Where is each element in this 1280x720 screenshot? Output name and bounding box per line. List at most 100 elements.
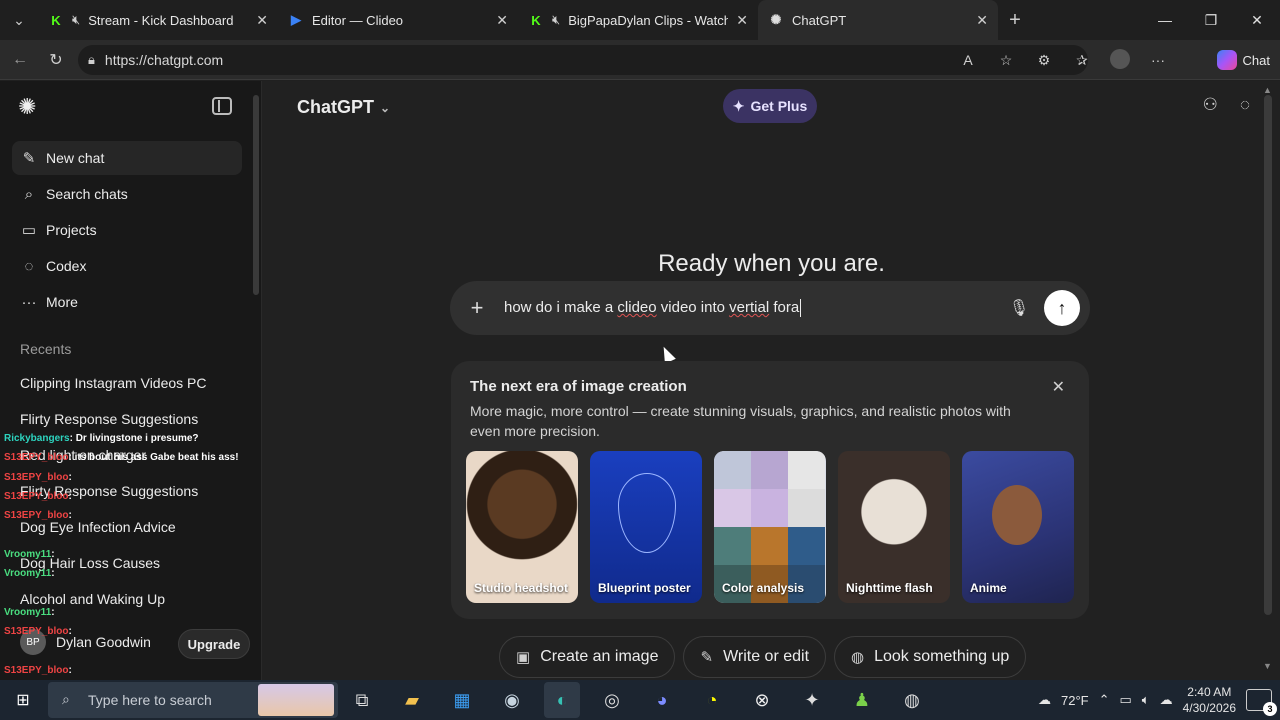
new-tab-button[interactable]: + <box>998 0 1032 40</box>
sidebar-scrollbar[interactable] <box>253 95 259 295</box>
muted-icon[interactable]: 🔇︎ <box>552 12 560 28</box>
tab-kick-dashboard[interactable]: K 🔇︎ Stream - Kick Dashboard ✕ <box>38 0 278 40</box>
microphone-icon[interactable]: 🎙︎ <box>1002 298 1036 318</box>
upgrade-button[interactable]: Upgrade <box>178 629 250 659</box>
close-icon[interactable]: ✕ <box>1052 377 1065 397</box>
edit-icon: ✎ <box>22 150 36 167</box>
card-color-analysis[interactable]: Color analysis <box>714 451 826 603</box>
weather-icon[interactable]: ☁ <box>1038 692 1051 708</box>
tab-actions-menu-icon[interactable]: ⌄ <box>0 0 38 40</box>
sidebar-toggle-icon[interactable] <box>212 97 232 115</box>
sidebar-item-projects[interactable]: ▭ Projects <box>12 213 242 247</box>
sidebar-item-search-chats[interactable]: ⌕ Search chats <box>12 177 242 211</box>
recent-chat-item[interactable]: Red light on charger <box>20 447 146 463</box>
temporary-chat-icon[interactable]: ◌ <box>1240 95 1250 115</box>
prompt-text-part: video into <box>656 298 730 316</box>
taskbar-search-placeholder: Type here to search <box>88 692 212 708</box>
main-scrollbar[interactable] <box>1264 95 1272 615</box>
chip-label: Look something up <box>874 648 1010 665</box>
get-plus-button[interactable]: ✦ Get Plus <box>723 89 817 123</box>
add-people-icon[interactable]: ⚇ <box>1203 95 1218 115</box>
look-something-up-chip[interactable]: ◍ Look something up <box>834 636 1027 678</box>
url-field[interactable]: 🔒︎ https://chatgpt.com <box>78 45 1088 75</box>
file-explorer-icon[interactable]: ▰ <box>394 682 430 718</box>
recent-chat-item[interactable]: Dog Eye Infection Advice <box>20 519 176 535</box>
copilot-chat-button[interactable]: Chat <box>1216 48 1270 72</box>
microsoft-store-icon[interactable]: ▦ <box>444 682 480 718</box>
cloud-icon[interactable]: ☁ <box>1160 692 1173 708</box>
lock-icon[interactable]: 🔒︎ <box>88 52 95 68</box>
taskbar-search-field[interactable]: ⌕ Type here to search <box>48 682 338 718</box>
edge-browser-icon[interactable]: ◐ <box>544 682 580 718</box>
tab-bigpapadylan-clips[interactable]: K 🔇︎ BigPapaDylan Clips - Watch Li ✕ <box>518 0 758 40</box>
read-aloud-icon[interactable]: A <box>956 52 980 68</box>
card-anime[interactable]: Anime <box>962 451 1074 603</box>
chevron-up-icon[interactable]: ⌃ <box>1099 692 1110 708</box>
steam-icon[interactable]: ◉ <box>494 682 530 718</box>
weather-temp[interactable]: 72°F <box>1061 693 1089 708</box>
task-view-icon[interactable]: ⧉ <box>344 682 380 718</box>
refresh-icon[interactable]: ↻ <box>38 42 74 78</box>
prompt-input[interactable]: how do i make a clideo video into vertia… <box>504 298 1002 318</box>
tab-close-icon[interactable]: ✕ <box>736 12 748 29</box>
window-controls: — ❐ ✕ <box>1142 0 1280 40</box>
top-right-actions: ⚇ ◌ <box>1203 95 1250 115</box>
profile-avatar[interactable] <box>1108 48 1132 72</box>
game-controller-icon[interactable]: ✦ <box>794 682 830 718</box>
recent-chat-item[interactable]: Clipping Instagram Videos PC <box>20 375 207 391</box>
tab-close-icon[interactable]: ✕ <box>496 12 508 29</box>
windows-start-icon[interactable]: ⊞ <box>0 680 46 720</box>
prompt-composer[interactable]: + how do i make a clideo video into vert… <box>450 281 1090 335</box>
tab-clideo-editor[interactable]: ▶ Editor — Clideo ✕ <box>278 0 518 40</box>
notification-center-icon[interactable]: 3 <box>1246 689 1277 716</box>
favorites-icon[interactable]: ✰ <box>1070 52 1094 69</box>
scroll-up-arrow-icon[interactable]: ▲ <box>1263 85 1272 95</box>
sidebar: ✺ ✎ New chat ⌕ Search chats ▭ Projects ◌… <box>0 81 262 680</box>
tab-chatgpt[interactable]: ✺ ChatGPT ✕ <box>758 0 998 40</box>
tab-title: Stream - Kick Dashboard <box>88 12 234 28</box>
prompt-text-part: how do i make a <box>504 298 618 316</box>
restore-icon[interactable]: ❐ <box>1188 0 1234 40</box>
scroll-down-arrow-icon[interactable]: ▼ <box>1263 661 1272 671</box>
favorite-star-icon[interactable]: ☆ <box>994 52 1018 69</box>
recent-chat-item[interactable]: Dog Hair Loss Causes <box>20 555 160 571</box>
sidebar-item-more[interactable]: ··· More <box>12 285 242 319</box>
card-studio-headshot[interactable]: Studio headshot <box>466 451 578 603</box>
extensions-icon[interactable]: ⚙ <box>1032 52 1056 69</box>
network-icon[interactable]: ▭ <box>1120 692 1132 708</box>
muted-icon[interactable]: 🔇︎ <box>72 12 80 28</box>
snapchat-icon[interactable]: ◔ <box>694 682 730 718</box>
image-icon: ▣ <box>516 649 531 666</box>
discord-icon[interactable]: ◕ <box>644 682 680 718</box>
attach-plus-icon[interactable]: + <box>450 295 504 321</box>
recording-app-icon[interactable]: ◍ <box>894 682 930 718</box>
close-window-icon[interactable]: ✕ <box>1234 0 1280 40</box>
folder-icon: ▭ <box>21 222 37 239</box>
user-profile[interactable]: BP Dylan Goodwin <box>20 629 151 655</box>
tab-close-icon[interactable]: ✕ <box>256 12 268 29</box>
recent-chat-item[interactable]: Flirty Response Suggestions <box>20 411 198 427</box>
chess-pawn-icon[interactable]: ♟ <box>844 682 880 718</box>
recent-chat-item[interactable]: Flirty Response Suggestions <box>20 483 198 499</box>
card-blueprint-poster[interactable]: Blueprint poster <box>590 451 702 603</box>
volume-icon[interactable]: 🔈︎ <box>1142 692 1150 708</box>
model-switcher[interactable]: ChatGPT ⌄ <box>297 97 390 118</box>
obs-icon[interactable]: ◎ <box>594 682 630 718</box>
openai-logo-icon[interactable]: ✺ <box>18 95 42 119</box>
taskbar-clock[interactable]: 2:40 AM 4/30/2026 <box>1183 684 1236 716</box>
recent-chat-item[interactable]: Alcohol and Waking Up <box>20 591 165 607</box>
sidebar-item-codex[interactable]: ◌ Codex <box>12 249 242 283</box>
minimize-icon[interactable]: — <box>1142 0 1188 40</box>
card-nighttime-flash[interactable]: Nighttime flash <box>838 451 950 603</box>
send-button[interactable]: ↑ <box>1044 290 1080 326</box>
xbox-icon[interactable]: ⊗ <box>744 682 780 718</box>
more-menu-icon[interactable]: ··· <box>1146 52 1170 68</box>
create-image-chip[interactable]: ▣ Create an image <box>499 636 676 678</box>
write-or-edit-chip[interactable]: ✎ Write or edit <box>683 636 827 678</box>
tab-close-icon[interactable]: ✕ <box>976 12 988 29</box>
card-label: Studio headshot <box>474 581 568 595</box>
search-highlight-image <box>258 684 334 716</box>
back-arrow-icon[interactable]: ← <box>2 42 38 78</box>
tab-title: Editor — Clideo <box>312 12 404 28</box>
sidebar-item-new-chat[interactable]: ✎ New chat <box>12 141 242 175</box>
